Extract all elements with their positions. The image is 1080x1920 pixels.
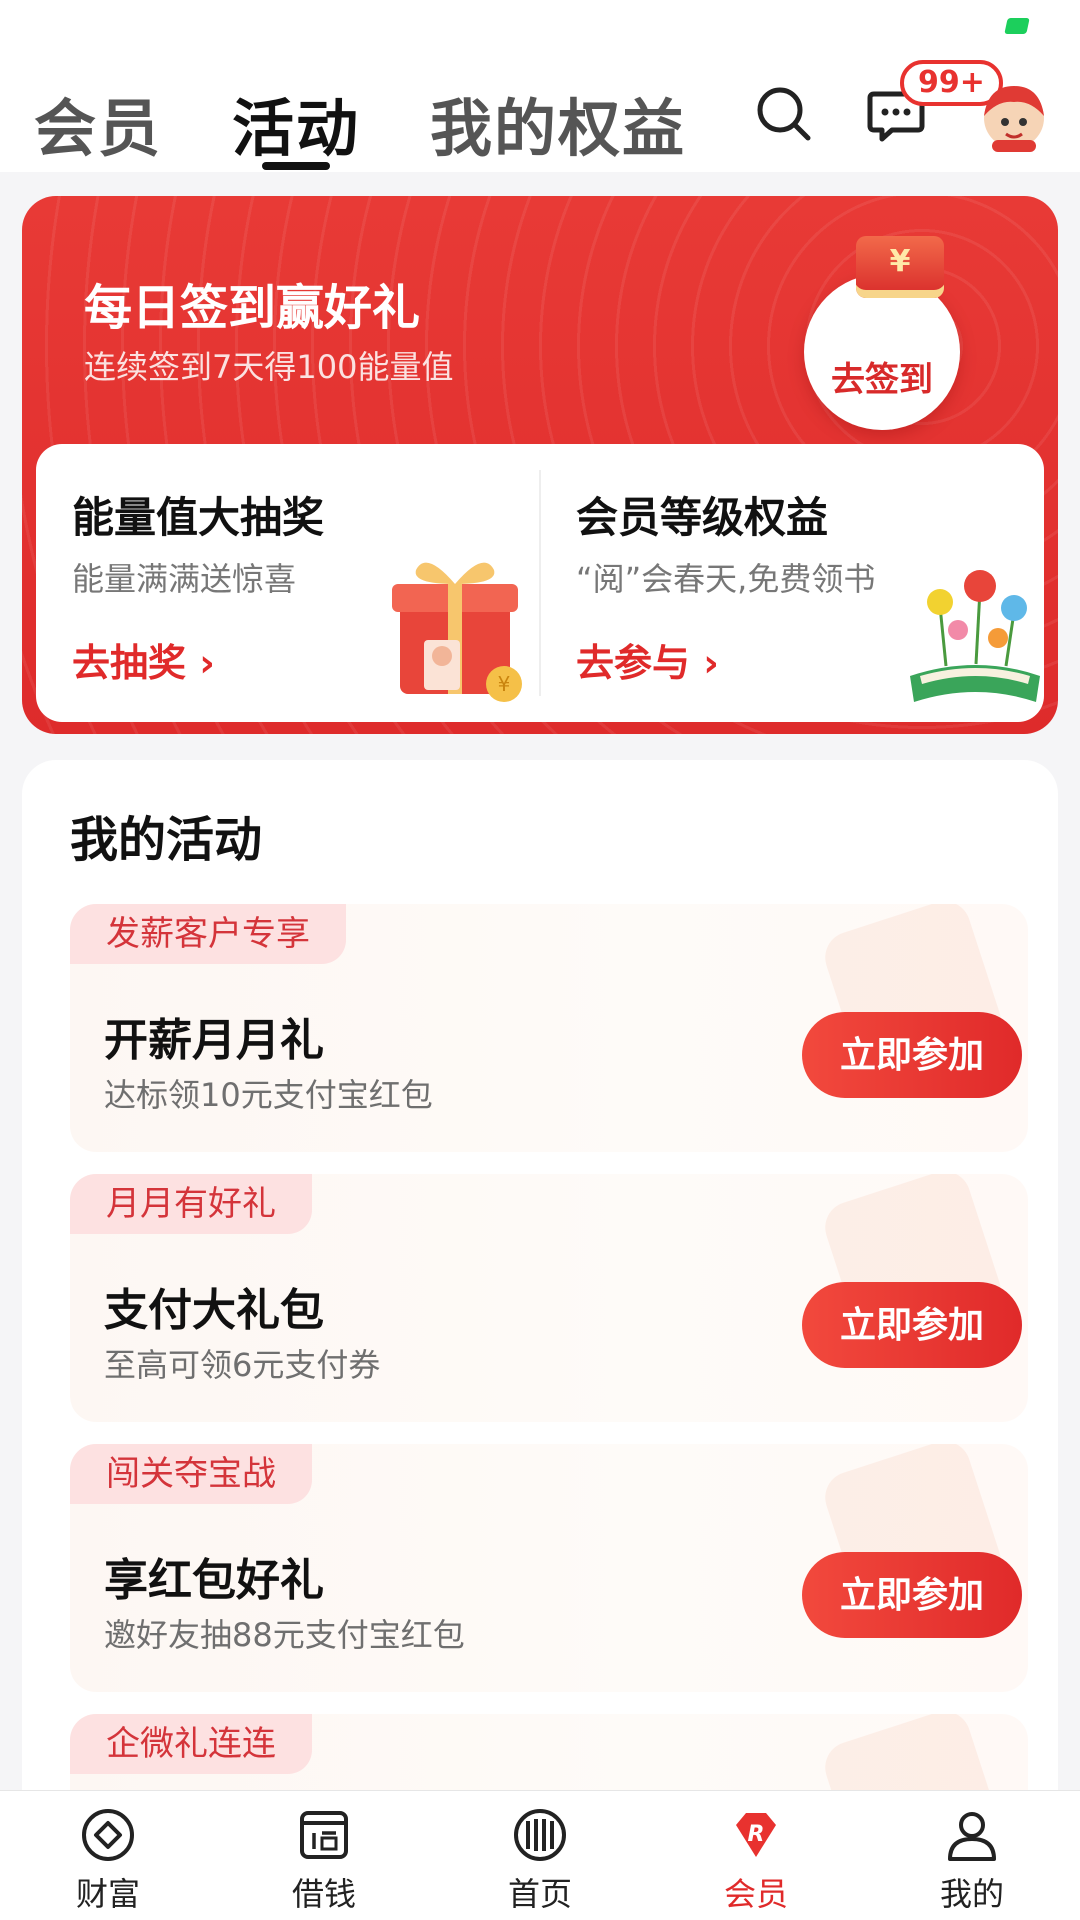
tab-label: 会员 [723,1875,788,1913]
section-title: 我的活动 [70,812,263,868]
activity-subtitle: 邀好友抽88元支付宝红包 [104,1616,465,1654]
activity-card: 发薪客户专享 开薪月月礼 达标领10元支付宝红包 立即参加 [70,904,1028,1152]
activity-card: 闯关夺宝战 享红包好礼 邀好友抽88元支付宝红包 立即参加 [70,1444,1028,1692]
member-level-title: 会员等级权益 [576,493,829,542]
bottom-tab-bar: 财富 借钱 首页 R 会员 我的 [0,1790,1080,1920]
daily-checkin-card: 每日签到赢好礼 连续签到7天得100能量值 去签到 ¥ 能量值大抽奖 能量满满送… [22,196,1058,734]
tab-home[interactable]: 首页 [432,1791,648,1920]
lottery-link-label: 去抽奖 [72,641,187,685]
join-now-button[interactable]: 立即参加 [802,1552,1022,1638]
yuan-symbol: ¥ [889,244,911,279]
status-bar [0,0,1080,60]
tab-activities[interactable]: 活动 [232,78,360,168]
activity-subtitle: 达标领10元支付宝红包 [104,1076,433,1114]
member-level-link-label: 去参与 [576,641,691,685]
checkin-title: 每日签到赢好礼 [84,280,421,336]
tab-member[interactable]: 会员 [34,78,162,168]
my-activities-section: 我的活动 发薪客户专享 开薪月月礼 达标领10元支付宝红包 立即参加 月月有好礼… [22,760,1058,1920]
active-tab-indicator [262,162,330,170]
member-level-subtitle: “阅”会春天,免费领书 [576,560,876,598]
svg-text:¥: ¥ [498,672,511,696]
tab-label: 借钱 [291,1875,356,1913]
tab-wealth[interactable]: 财富 [0,1791,216,1920]
activity-tag: 月月有好礼 [70,1174,312,1234]
feature-panel: 能量值大抽奖 能量满满送惊喜 去抽奖 › ¥ 会员等级权益 “阅”会春天,免费领… [36,444,1044,722]
mascot-avatar[interactable] [978,82,1050,154]
activity-tag: 发薪客户专享 [70,904,346,964]
chevron-right-icon: › [199,641,215,685]
tab-member-active[interactable]: R 会员 [648,1791,864,1920]
tab-profile[interactable]: 我的 [864,1791,1080,1920]
activity-title: 开薪月月礼 [104,1015,324,1066]
battery-icon [1004,18,1030,34]
activity-card: 月月有好礼 支付大礼包 至高可领6元支付券 立即参加 [70,1174,1028,1422]
activity-tag: 闯关夺宝战 [70,1444,312,1504]
tab-label: 我的 [939,1875,1004,1913]
member-level-link[interactable]: 去参与 › [576,632,719,687]
gift-box-icon: ¥ [392,562,522,702]
lottery-subtitle: 能量满满送惊喜 [72,560,297,598]
tab-label: 首页 [507,1875,572,1913]
activity-tag: 企微礼连连 [70,1714,312,1774]
search-icon[interactable] [752,82,816,146]
activity-title: 享红包好礼 [104,1555,324,1606]
member-icon: R [736,1813,776,1857]
wealth-icon [82,1809,134,1861]
tab-borrow[interactable]: 借钱 [216,1791,432,1920]
feature-divider [539,470,541,696]
svg-text:R: R [748,1822,765,1847]
red-envelope-icon: ¥ [856,236,944,298]
activity-title: 支付大礼包 [104,1285,324,1336]
activity-subtitle: 至高可领6元支付券 [104,1346,381,1384]
flower-book-icon [910,570,1040,702]
borrow-icon [300,1811,348,1859]
lottery-link[interactable]: 去抽奖 › [72,632,215,687]
home-icon [514,1809,566,1861]
join-now-button[interactable]: 立即参加 [802,1282,1022,1368]
lottery-title: 能量值大抽奖 [72,493,325,542]
profile-icon [948,1812,996,1861]
tab-my-benefits[interactable]: 我的权益 [430,78,686,168]
join-now-button[interactable]: 立即参加 [802,1012,1022,1098]
chevron-right-icon: › [703,641,719,685]
checkin-button-label: 去签到 [831,360,933,400]
tab-label: 财富 [75,1875,140,1913]
checkin-subtitle: 连续签到7天得100能量值 [84,348,454,386]
